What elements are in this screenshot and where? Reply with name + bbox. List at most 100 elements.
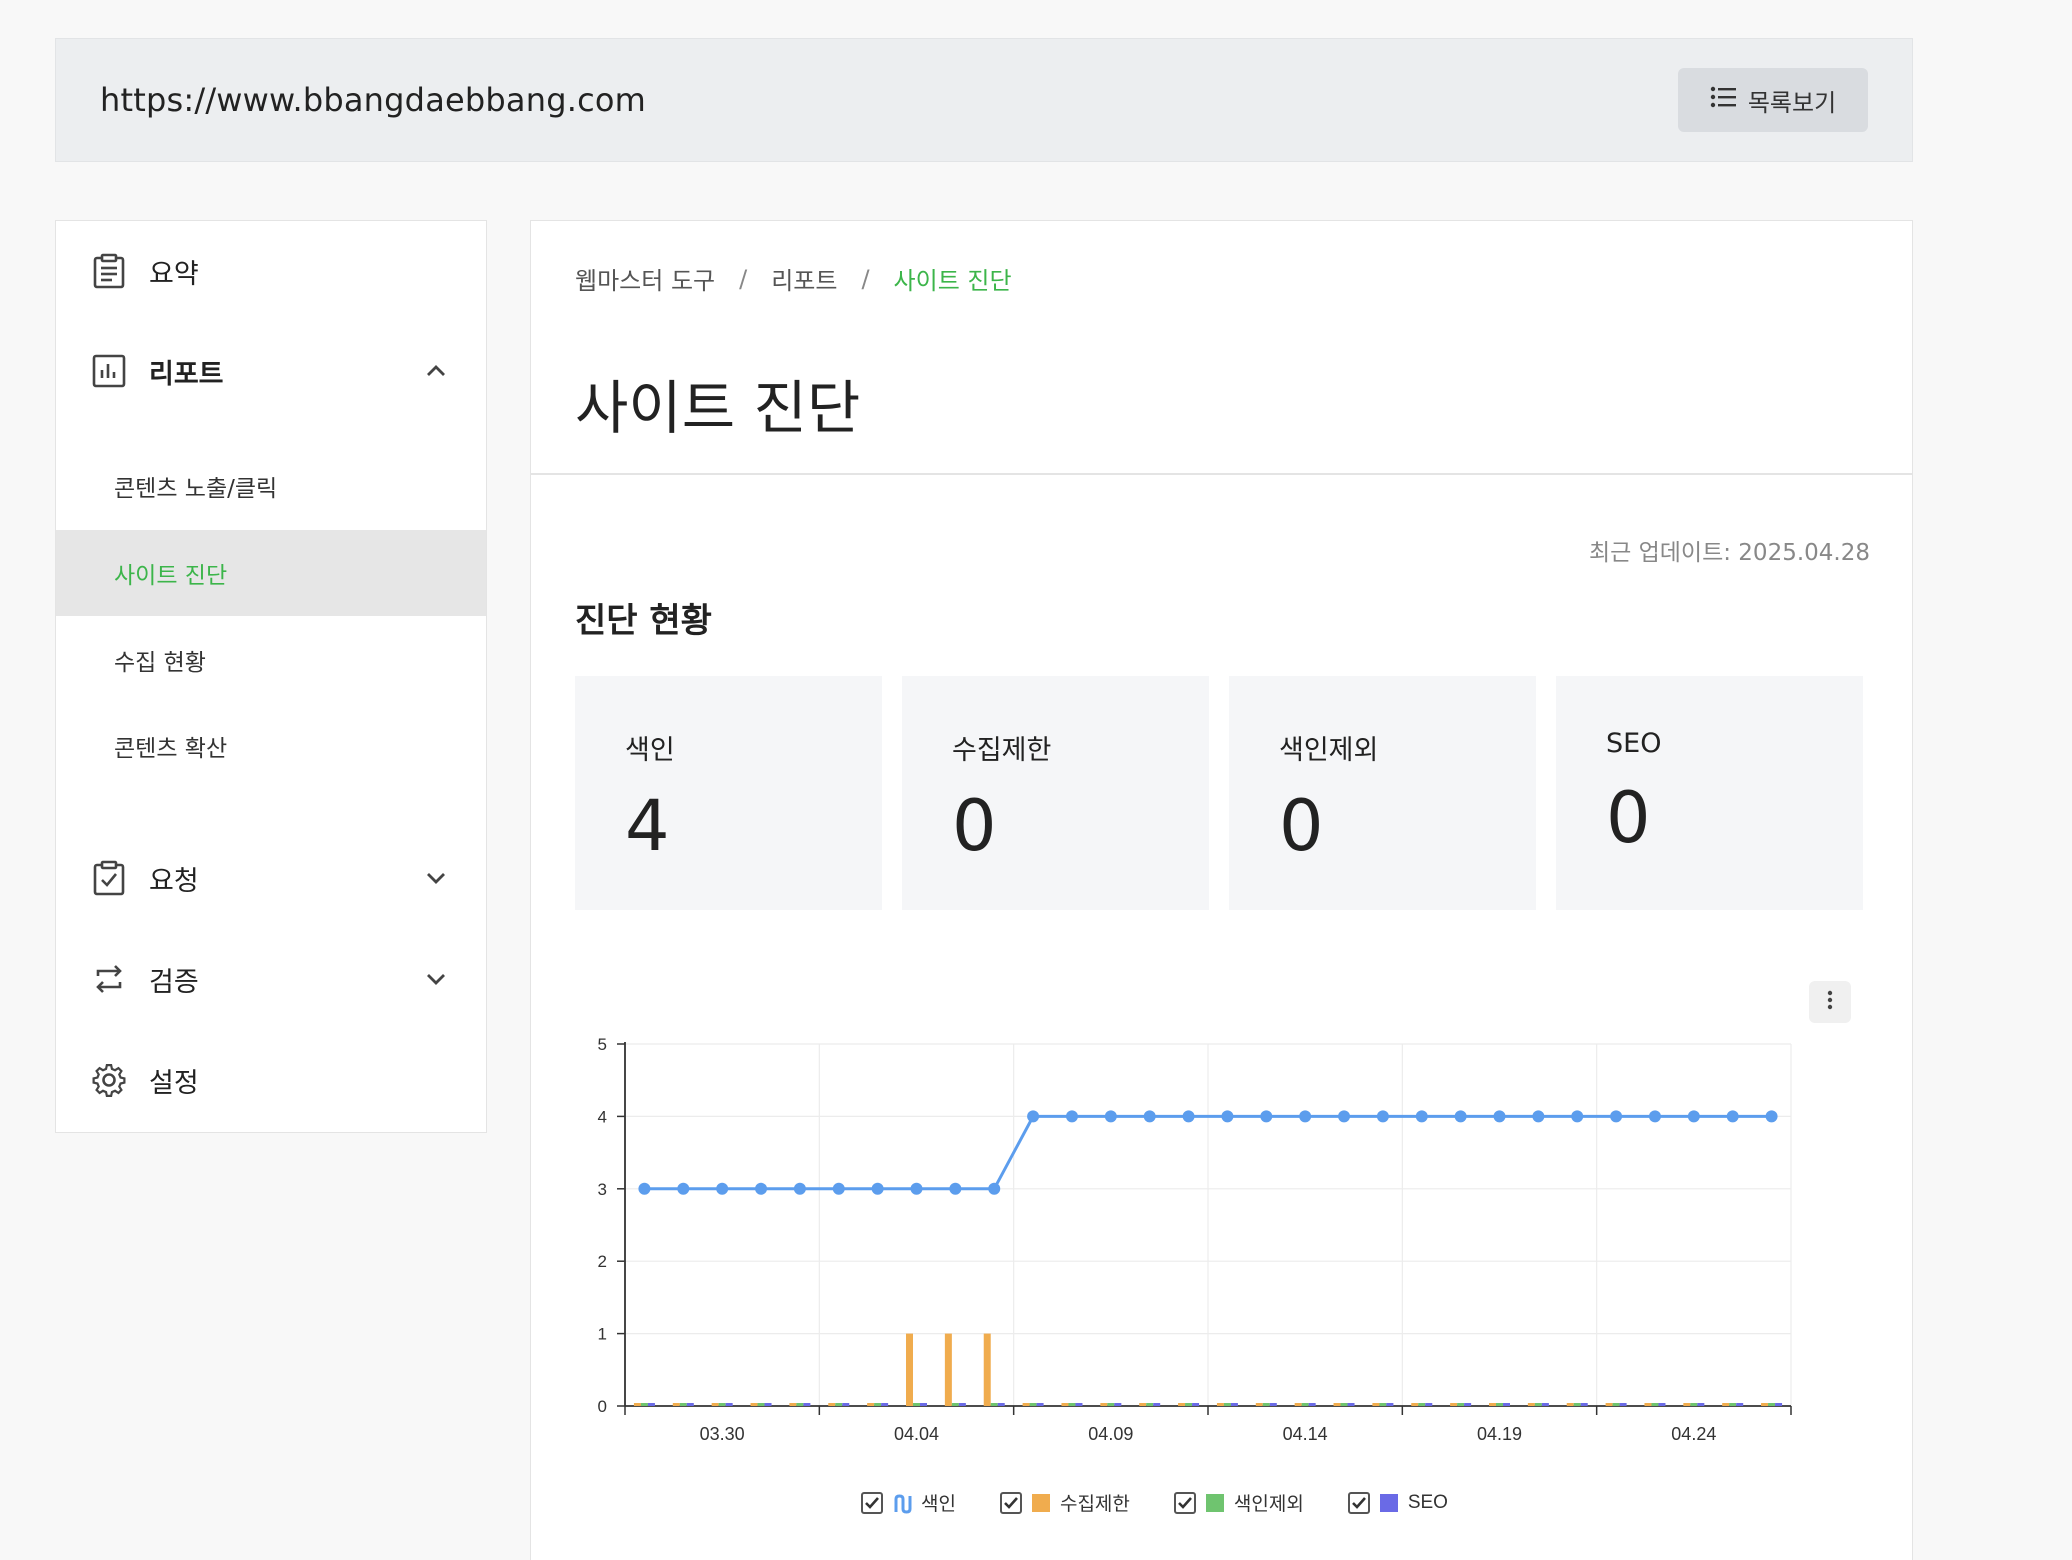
bar-2 <box>1425 1403 1433 1406</box>
bar-0 <box>1100 1403 1108 1406</box>
y-tick-label: 4 <box>598 1107 607 1126</box>
bar-1 <box>835 1403 843 1406</box>
checkbox-checked-icon[interactable] <box>1347 1491 1370 1514</box>
bar-2 <box>1386 1403 1394 1406</box>
sidebar-sub-site-diagnosis[interactable]: 사이트 진단 <box>56 530 486 616</box>
chevron-down-icon <box>422 965 450 993</box>
bar-2 <box>1541 1403 1549 1406</box>
bar-2 <box>1503 1403 1510 1406</box>
bar-0 <box>1139 1403 1147 1406</box>
legend-item[interactable]: 색인제외 <box>1173 1489 1304 1516</box>
bar-2 <box>1464 1403 1472 1406</box>
x-tick-label: 04.24 <box>1671 1424 1716 1444</box>
chevron-down-icon <box>422 864 450 892</box>
line-swatch-icon <box>893 1493 912 1514</box>
bar-2 <box>1075 1403 1083 1406</box>
bar-2 <box>1658 1403 1666 1406</box>
line-point <box>1027 1110 1040 1123</box>
sidebar-item-summary[interactable]: 요약 <box>56 241 486 301</box>
sidebar-sub-crawl-status[interactable]: 수집 현황 <box>56 617 486 703</box>
bar-0 <box>1527 1403 1535 1406</box>
line-point <box>1143 1110 1156 1123</box>
bar-2 <box>1230 1403 1238 1406</box>
bar-2 <box>1580 1403 1588 1406</box>
sidebar-sub-label: 콘텐츠 확산 <box>114 736 228 762</box>
bar-1 <box>913 1403 920 1406</box>
legend-item[interactable]: 색인 <box>861 1489 956 1516</box>
bar-2 <box>725 1403 733 1406</box>
bar-0 <box>1022 1403 1030 1406</box>
line-point <box>1065 1110 1078 1123</box>
bar-1 <box>757 1403 765 1406</box>
bar-1 <box>1185 1403 1193 1406</box>
gear-icon <box>89 1060 129 1100</box>
bar-0 <box>1566 1403 1574 1406</box>
sidebar-sub-content-spread[interactable]: 콘텐츠 확산 <box>56 703 486 789</box>
x-tick-label: 04.14 <box>1283 1424 1328 1444</box>
y-tick-label: 5 <box>598 1035 607 1054</box>
sidebar-sub-label: 콘텐츠 노출/클릭 <box>114 476 278 502</box>
checkbox-checked-icon[interactable] <box>861 1491 883 1514</box>
checkbox-checked-icon[interactable] <box>1173 1491 1196 1514</box>
sidebar-item-verify[interactable]: 검증 <box>56 949 486 1009</box>
checkbox-checked-icon[interactable] <box>999 1491 1022 1514</box>
bar-2 <box>1269 1403 1277 1406</box>
legend-label: 색인 <box>921 1494 956 1515</box>
bar-0 <box>1294 1403 1302 1406</box>
clipboard-icon <box>89 251 129 291</box>
list-view-label: 목록보기 <box>1747 88 1837 117</box>
bar-1 <box>1340 1403 1348 1406</box>
bar-0 <box>983 1333 991 1406</box>
line-point <box>755 1182 768 1195</box>
bar-0 <box>1372 1403 1380 1406</box>
bar-1 <box>1107 1403 1115 1406</box>
bar-2 <box>1775 1403 1783 1406</box>
bar-0 <box>1489 1403 1496 1406</box>
x-tick-label: 04.09 <box>1088 1424 1133 1444</box>
bar-1 <box>679 1403 687 1406</box>
diagnosis-chart: 0 1 2 3 4 5 03.30 04.04 04.09 04.14 04.19 04.24 <box>598 1035 1792 1444</box>
top-bar: https://www.bbangdaebbang.com 목록보기 <box>55 38 1913 162</box>
bar-0 <box>633 1403 641 1406</box>
list-icon <box>1710 86 1736 114</box>
sidebar-item-settings[interactable]: 설정 <box>56 1050 486 1110</box>
bar-1 <box>1379 1403 1387 1406</box>
line-point <box>988 1182 1001 1195</box>
bar-1 <box>1146 1403 1154 1406</box>
line-point <box>1687 1110 1700 1123</box>
line-point <box>793 1182 806 1195</box>
line-point <box>1765 1110 1778 1123</box>
bar-0 <box>1722 1403 1730 1406</box>
bar-2 <box>1347 1403 1355 1406</box>
bar-1 <box>951 1403 959 1406</box>
sidebar-item-report[interactable]: 리포트 <box>56 341 486 401</box>
legend-item[interactable]: SEO <box>1347 1489 1448 1516</box>
bar-0 <box>789 1403 797 1406</box>
line-point <box>1493 1110 1506 1123</box>
line-point <box>1376 1110 1389 1123</box>
bar-2 <box>1619 1403 1627 1406</box>
bar-1 <box>1496 1403 1503 1406</box>
bar-0 <box>1216 1403 1224 1406</box>
bar-1 <box>796 1403 804 1406</box>
bar-1 <box>1651 1403 1659 1406</box>
sidebar-item-request[interactable]: 요청 <box>56 848 486 908</box>
bar-2 <box>958 1403 966 1406</box>
bar-1 <box>1262 1403 1270 1406</box>
sidebar-item-label: 검증 <box>149 966 199 998</box>
bar-2 <box>1114 1403 1122 1406</box>
line-point <box>949 1182 962 1195</box>
bar-0 <box>750 1403 758 1406</box>
bar-1 <box>1690 1403 1698 1406</box>
main-panel: 웹마스터 도구 / 리포트 / 사이트 진단 사이트 진단 최근 업데이트: 2… <box>530 220 1913 1560</box>
bar-2 <box>1192 1403 1200 1406</box>
list-view-button[interactable]: 목록보기 <box>1678 68 1868 132</box>
legend-item[interactable]: 수집제한 <box>999 1489 1130 1516</box>
bar-0 <box>1333 1403 1341 1406</box>
bar-1 <box>1457 1403 1465 1406</box>
sidebar-sub-label: 사이트 진단 <box>114 563 228 589</box>
bar-2 <box>803 1403 811 1406</box>
sidebar-sub-content-exposure[interactable]: 콘텐츠 노출/클릭 <box>56 443 486 529</box>
bar-1 <box>1301 1403 1309 1406</box>
line-point <box>1571 1110 1584 1123</box>
